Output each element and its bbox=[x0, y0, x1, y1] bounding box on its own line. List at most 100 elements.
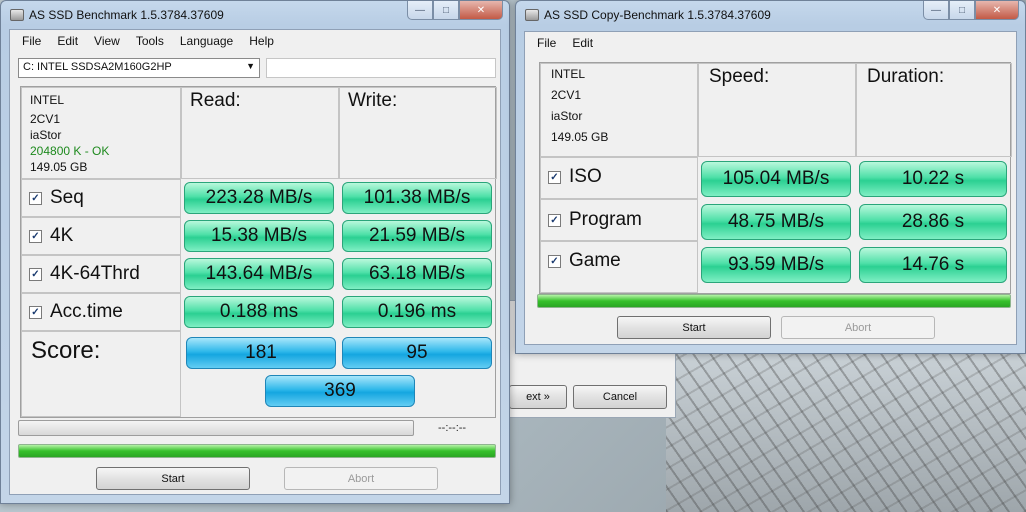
checkbox-acc-time[interactable]: ✓ bbox=[29, 305, 42, 319]
checkbox-iso[interactable]: ✓ bbox=[548, 170, 561, 184]
menu-file[interactable]: File bbox=[14, 34, 49, 48]
checkbox-4k[interactable]: ✓ bbox=[29, 229, 42, 243]
row-seq-label: Seq bbox=[50, 187, 84, 208]
4k-64thrd-read-value: 143.64 MB/s bbox=[184, 258, 334, 290]
score-read: 181 bbox=[186, 337, 336, 369]
acc-time-read-value: 0.188 ms bbox=[184, 296, 334, 328]
start-button[interactable]: Start bbox=[96, 467, 250, 490]
next-button[interactable]: ext » bbox=[509, 385, 567, 409]
client-area: File Edit View Tools Language Help C: IN… bbox=[9, 29, 501, 495]
iso-duration-value: 10.22 s bbox=[859, 161, 1007, 197]
info-alignment: 204800 K - OK bbox=[30, 144, 110, 158]
4k-write-value: 21.59 MB/s bbox=[342, 220, 492, 252]
minimize-button[interactable]: — bbox=[923, 1, 949, 20]
close-button[interactable]: ✕ bbox=[459, 1, 503, 20]
seq-read-value: 223.28 MB/s bbox=[184, 182, 334, 214]
info-capacity: 149.05 GB bbox=[551, 130, 609, 144]
menu-file[interactable]: File bbox=[529, 36, 564, 50]
menu-edit[interactable]: Edit bbox=[564, 36, 601, 50]
cancel-button[interactable]: Cancel bbox=[573, 385, 667, 409]
maximize-button[interactable]: □ bbox=[433, 1, 459, 20]
titlebar[interactable]: AS SSD Benchmark 1.5.3784.37609 — □ ✕ bbox=[1, 1, 509, 29]
info-vendor: INTEL bbox=[551, 67, 586, 81]
results-grid: INTEL 2CV1 iaStor 204800 K - OK 149.05 G… bbox=[20, 86, 497, 418]
abort-button[interactable]: Abort bbox=[284, 467, 438, 490]
row-4k[interactable]: ✓ 4K bbox=[29, 217, 73, 255]
iso-speed-value: 105.04 MB/s bbox=[701, 161, 851, 197]
window-title: AS SSD Benchmark 1.5.3784.37609 bbox=[29, 8, 224, 22]
test-progress-bar bbox=[18, 420, 414, 436]
drive-info-cell: INTEL 2CV1 iaStor 204800 K - OK 149.05 G… bbox=[21, 87, 181, 179]
copy-results-grid: INTEL 2CV1 iaStor 149.05 GB Speed: Durat… bbox=[539, 62, 1012, 294]
row-iso[interactable]: ✓ ISO bbox=[548, 157, 602, 197]
copy-benchmark-window: AS SSD Copy-Benchmark 1.5.3784.37609 — □… bbox=[515, 0, 1026, 354]
info-driver: iaStor bbox=[551, 109, 583, 123]
copy-menu-bar: File Edit bbox=[525, 32, 1016, 54]
game-speed-value: 93.59 MB/s bbox=[701, 247, 851, 283]
copy-window-title: AS SSD Copy-Benchmark 1.5.3784.37609 bbox=[544, 8, 771, 22]
row-iso-label: ISO bbox=[569, 166, 602, 187]
row-4k-64thrd[interactable]: ✓ 4K-64Thrd bbox=[29, 255, 140, 293]
checkbox-4k-64thrd[interactable]: ✓ bbox=[29, 267, 42, 281]
4k-read-value: 15.38 MB/s bbox=[184, 220, 334, 252]
menu-help[interactable]: Help bbox=[241, 34, 282, 48]
elapsed-time: --:--:-- bbox=[438, 422, 467, 434]
drive-select[interactable]: C: INTEL SSDSA2M160G2HP ▼ bbox=[18, 58, 260, 78]
row-4k-64thrd-label: 4K-64Thrd bbox=[50, 263, 140, 284]
checkbox-seq[interactable]: ✓ bbox=[29, 191, 42, 205]
checkbox-game[interactable]: ✓ bbox=[548, 254, 561, 268]
program-duration-value: 28.86 s bbox=[859, 204, 1007, 240]
read-header: Read: bbox=[190, 90, 241, 111]
info-firmware: 2CV1 bbox=[551, 88, 582, 102]
menu-tools[interactable]: Tools bbox=[128, 34, 172, 48]
copy-titlebar[interactable]: AS SSD Copy-Benchmark 1.5.3784.37609 — □… bbox=[516, 1, 1025, 29]
speed-header: Speed: bbox=[709, 66, 770, 87]
read-header-cell: Read: bbox=[181, 87, 339, 179]
copy-abort-button[interactable]: Abort bbox=[781, 316, 935, 339]
close-button[interactable]: ✕ bbox=[975, 1, 1019, 20]
desktop-wallpaper bbox=[666, 332, 1026, 512]
copy-progress-bar bbox=[537, 294, 1011, 308]
row-seq[interactable]: ✓ Seq bbox=[29, 179, 84, 217]
copy-drive-info-cell: INTEL 2CV1 iaStor 149.05 GB bbox=[540, 63, 698, 157]
program-speed-value: 48.75 MB/s bbox=[701, 204, 851, 240]
overall-progress-bar bbox=[18, 444, 496, 458]
game-duration-value: 14.76 s bbox=[859, 247, 1007, 283]
duration-header-cell: Duration: bbox=[856, 63, 1012, 157]
benchmark-window: AS SSD Benchmark 1.5.3784.37609 — □ ✕ Fi… bbox=[0, 0, 510, 504]
write-header: Write: bbox=[348, 90, 398, 111]
score-write: 95 bbox=[342, 337, 492, 369]
row-acc-time[interactable]: ✓ Acc.time bbox=[29, 293, 123, 331]
acc-time-write-value: 0.196 ms bbox=[342, 296, 492, 328]
write-header-cell: Write: bbox=[339, 87, 497, 179]
score-total: 369 bbox=[265, 375, 415, 407]
4k-64thrd-write-value: 63.18 MB/s bbox=[342, 258, 492, 290]
info-vendor: INTEL bbox=[30, 93, 65, 107]
menu-language[interactable]: Language bbox=[172, 34, 241, 48]
row-4k-label: 4K bbox=[50, 225, 74, 246]
chevron-down-icon: ▼ bbox=[246, 61, 255, 71]
info-driver: iaStor bbox=[30, 128, 62, 142]
row-game[interactable]: ✓ Game bbox=[548, 241, 621, 281]
row-game-label: Game bbox=[569, 250, 621, 271]
row-program-label: Program bbox=[569, 209, 642, 230]
menu-edit[interactable]: Edit bbox=[49, 34, 86, 48]
checkbox-program[interactable]: ✓ bbox=[548, 213, 561, 227]
copy-start-button[interactable]: Start bbox=[617, 316, 771, 339]
seq-write-value: 101.38 MB/s bbox=[342, 182, 492, 214]
row-acc-time-label: Acc.time bbox=[50, 301, 123, 322]
drive-info-field bbox=[266, 58, 496, 78]
score-label: Score: bbox=[31, 337, 101, 364]
minimize-button[interactable]: — bbox=[407, 1, 433, 20]
drive-select-value: C: INTEL SSDSA2M160G2HP bbox=[23, 61, 172, 73]
drive-icon bbox=[525, 9, 539, 21]
copy-client-area: File Edit INTEL 2CV1 iaStor 149.05 GB Sp… bbox=[524, 31, 1017, 345]
maximize-button[interactable]: □ bbox=[949, 1, 975, 20]
speed-header-cell: Speed: bbox=[698, 63, 856, 157]
menu-bar: File Edit View Tools Language Help bbox=[10, 30, 500, 52]
duration-header: Duration: bbox=[867, 66, 945, 87]
row-program[interactable]: ✓ Program bbox=[548, 200, 642, 240]
drive-icon bbox=[10, 9, 24, 21]
menu-view[interactable]: View bbox=[86, 34, 128, 48]
info-firmware: 2CV1 bbox=[30, 112, 61, 126]
